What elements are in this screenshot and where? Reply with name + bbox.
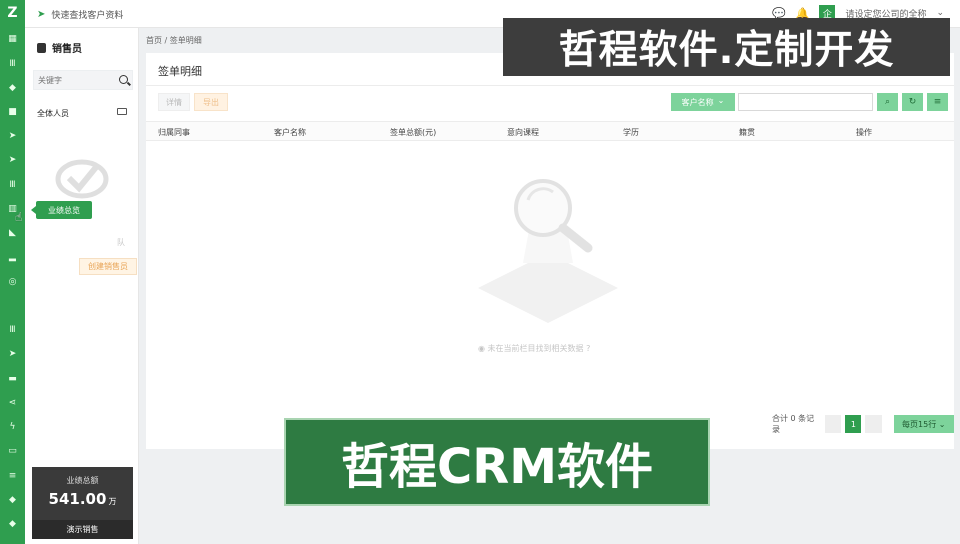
panel-title: 销售员 (37, 40, 82, 55)
column-header[interactable]: 客户名称 (274, 127, 306, 138)
export-button[interactable]: 导出 (194, 93, 228, 111)
send-icon[interactable]: ➤ (0, 151, 25, 169)
detail-button[interactable]: 详情 (158, 93, 190, 111)
bell-icon[interactable]: ◆ (0, 79, 25, 97)
column-header[interactable]: 意向课程 (507, 127, 539, 138)
search-button[interactable]: ⌕ (877, 93, 898, 111)
empty-state-text: ◉ 未在当前栏目找到相关数据 ? (478, 343, 590, 354)
page-number[interactable]: 1 (845, 415, 862, 433)
search-icon[interactable] (119, 75, 128, 84)
column-header[interactable]: 籍贯 (739, 127, 755, 138)
target-icon[interactable]: ◎ (0, 273, 25, 291)
signal-icon[interactable]: ▂ (0, 248, 25, 266)
sign-detail-card: 签单明细 详情 导出 客户名称 ⌕ ↻ ≡ 归属同事客户名称签单总额(元)意向课… (146, 53, 954, 449)
column-header[interactable]: 签单总额(元) (390, 127, 436, 138)
watermark-banner: 哲程软件.定制开发 (503, 18, 950, 76)
bars-icon[interactable]: Ⅲ (0, 176, 25, 194)
performance-amount: 541.00 (48, 490, 107, 508)
panel-title-text: 销售员 (52, 44, 82, 55)
performance-summary: 业绩总额 541.00 万 演示销售 (32, 467, 133, 539)
chevron-down-icon[interactable]: ⌄ (936, 8, 944, 18)
empty-state-message: 未在当前栏目找到相关数据 (487, 344, 584, 353)
total-count: 合计 0 条记录 (772, 414, 815, 434)
quick-search[interactable]: ➤ 快速查找客户资料 (37, 8, 123, 21)
chevron-down-icon: ⌄ (938, 419, 946, 429)
video-icon[interactable]: ■ (0, 103, 25, 121)
per-page-select[interactable]: 每页15行 ⌄ (893, 415, 954, 433)
performance-label: 业绩总额 (66, 476, 99, 485)
send-icon[interactable]: ➤ (0, 127, 25, 145)
refresh-button[interactable]: ↻ (902, 93, 923, 111)
pagination: 合计 0 条记录 1 每页15行 ⌄ (772, 413, 954, 435)
breadcrumb[interactable]: 首页 / 签单明细 (146, 35, 202, 46)
folder-icon[interactable]: ▬ (0, 370, 25, 388)
performance-unit: 万 (108, 497, 117, 506)
create-salesperson-button[interactable]: 创建销售员 (79, 258, 137, 275)
prev-page-button[interactable] (825, 415, 842, 433)
filter-input[interactable] (738, 93, 873, 111)
list-icon[interactable]: ≡ (0, 467, 25, 485)
column-header[interactable]: 学历 (623, 127, 639, 138)
search-icon: ⌕ (884, 97, 891, 107)
quick-search-label: 快速查找客户资料 (51, 11, 124, 21)
bars-icon[interactable]: Ⅲ (0, 321, 25, 339)
column-header[interactable]: 归属同事 (158, 127, 190, 138)
send-icon[interactable]: ➤ (0, 345, 25, 363)
field-select[interactable]: 客户名称 (671, 93, 735, 111)
monitor-icon[interactable] (117, 108, 127, 115)
team-hint: 队 (117, 238, 125, 247)
send-icon: ➤ (37, 9, 46, 20)
hand-cursor-icon: ☝ (15, 210, 23, 224)
tag-icon[interactable]: ◣ (0, 224, 25, 242)
calendar-icon[interactable]: ▦ (0, 30, 25, 48)
refresh-icon: ↻ (908, 97, 917, 107)
tag-icon[interactable]: ◆ (0, 515, 25, 533)
demo-sales-button[interactable]: 演示销售 (32, 520, 133, 539)
database-icon (37, 42, 46, 53)
icon-rail: Z ▦ Ⅲ ◆ ■ ➤ ➤ Ⅲ ▥ ◣ ▂ ◎ Ⅲ ➤ ▬ ⋖ ϟ ▭ ≡ ◆ ◆ (0, 0, 25, 544)
per-page-label: 每页15行 (902, 419, 937, 429)
keyword-input[interactable] (38, 75, 118, 85)
table-header: 归属同事 客户名称 签单总额(元) 意向课程 学历 籍贯 操作 (146, 121, 954, 141)
bars-icon[interactable]: Ⅲ (0, 55, 25, 73)
list-view-button[interactable]: ≡ (927, 93, 948, 111)
page-title: 签单明细 (158, 65, 202, 78)
bolt-icon[interactable]: ϟ (0, 418, 25, 436)
column-header[interactable]: 操作 (856, 127, 872, 138)
keyword-search (33, 70, 133, 90)
empty-logo-icon (55, 159, 109, 199)
eye-icon: ◉ (478, 344, 485, 353)
empty-search-illustration (478, 179, 618, 323)
tag-icon[interactable]: ◆ (0, 491, 25, 509)
performance-value: 541.00 万 (32, 490, 133, 508)
next-page-button[interactable] (865, 415, 882, 433)
divider (146, 85, 954, 86)
share-icon[interactable]: ⋖ (0, 394, 25, 412)
app-logo[interactable]: Z (0, 0, 25, 26)
all-staff-item[interactable]: 全体人员 (37, 108, 69, 119)
performance-tooltip: 业绩总览 (31, 201, 92, 219)
list-icon: ≡ (933, 97, 942, 107)
book-icon[interactable]: ▭ (0, 442, 25, 460)
help-icon[interactable]: ? (586, 344, 590, 353)
crm-banner: 哲程CRM软件 (284, 418, 710, 506)
